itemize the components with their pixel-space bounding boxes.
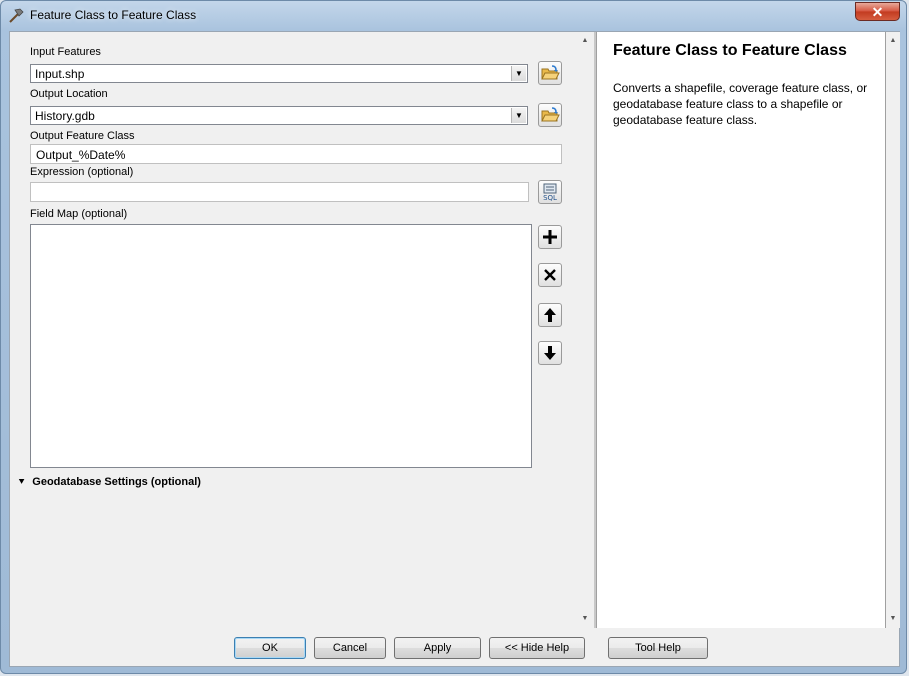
chevron-down-icon[interactable]: ▼ xyxy=(511,66,526,81)
help-scrollbar[interactable]: ▲ ▼ xyxy=(886,32,900,628)
ok-button[interactable]: OK xyxy=(234,637,306,659)
sql-icon: SQL xyxy=(539,183,561,206)
open-folder-icon xyxy=(539,107,561,129)
expression-label: Expression (optional) xyxy=(30,166,134,178)
cancel-button[interactable]: Cancel xyxy=(314,637,386,659)
tool-help-button[interactable]: Tool Help xyxy=(608,637,708,659)
close-icon: ✕ xyxy=(871,4,884,20)
hide-help-button[interactable]: << Hide Help xyxy=(489,637,585,659)
output-feature-class-label: Output Feature Class xyxy=(30,130,135,142)
parameters-scrollbar[interactable]: ▲ ▼ xyxy=(578,32,592,628)
output-location-combo[interactable]: History.gdb ▼ xyxy=(30,106,528,125)
scroll-up-icon[interactable]: ▲ xyxy=(578,34,592,48)
geodatabase-settings-label: Geodatabase Settings (optional) xyxy=(32,476,201,488)
tool-dialog-window: Feature Class to Feature Class ✕ Input F… xyxy=(0,0,907,674)
input-features-value: Input.shp xyxy=(35,67,85,81)
geodatabase-settings-expander[interactable]: ⯆ Geodatabase Settings (optional) xyxy=(18,476,201,488)
apply-button[interactable]: Apply xyxy=(394,637,481,659)
arrow-down-icon xyxy=(539,346,561,367)
browse-output-location-button[interactable] xyxy=(538,103,562,127)
svg-text:SQL: SQL xyxy=(543,194,557,202)
input-features-label: Input Features xyxy=(30,46,101,58)
help-pane: Feature Class to Feature Class Converts … xyxy=(596,32,886,628)
output-feature-class-value: Output_%Date% xyxy=(36,148,126,162)
x-icon xyxy=(539,269,561,289)
output-location-value: History.gdb xyxy=(35,109,95,123)
browse-input-button[interactable] xyxy=(538,61,562,85)
double-chevron-down-icon: ⯆ xyxy=(18,477,26,487)
help-title: Feature Class to Feature Class xyxy=(613,42,847,59)
dialog-client-area: Input Features Input.shp ▼ Output Locati… xyxy=(9,31,900,667)
field-map-delete-button[interactable] xyxy=(538,263,562,287)
help-body: Converts a shapefile, coverage feature c… xyxy=(613,81,868,127)
field-map-add-button[interactable] xyxy=(538,225,562,249)
chevron-down-icon[interactable]: ▼ xyxy=(511,108,526,123)
window-title: Feature Class to Feature Class xyxy=(30,8,197,22)
parameters-pane: Input Features Input.shp ▼ Output Locati… xyxy=(10,32,584,628)
hammer-icon xyxy=(7,7,25,25)
open-folder-icon xyxy=(539,65,561,87)
sql-query-builder-button[interactable]: SQL xyxy=(538,180,562,204)
output-location-label: Output Location xyxy=(30,88,108,100)
output-feature-class-input[interactable]: Output_%Date% xyxy=(30,144,562,164)
field-map-move-down-button[interactable] xyxy=(538,341,562,365)
field-map-move-up-button[interactable] xyxy=(538,303,562,327)
arrow-up-icon xyxy=(539,308,561,329)
input-features-combo[interactable]: Input.shp ▼ xyxy=(30,64,528,83)
title-bar[interactable]: Feature Class to Feature Class ✕ xyxy=(1,1,906,31)
plus-icon xyxy=(539,230,561,251)
scroll-down-icon[interactable]: ▼ xyxy=(886,612,900,626)
field-map-label: Field Map (optional) xyxy=(30,208,128,220)
field-map-list[interactable] xyxy=(30,224,532,468)
expression-input[interactable] xyxy=(30,182,529,202)
close-button[interactable]: ✕ xyxy=(855,2,900,21)
scroll-down-icon[interactable]: ▼ xyxy=(578,612,592,626)
dialog-button-bar: OK Cancel Apply << Hide Help Tool Help xyxy=(10,628,899,666)
scroll-up-icon[interactable]: ▲ xyxy=(886,34,900,48)
